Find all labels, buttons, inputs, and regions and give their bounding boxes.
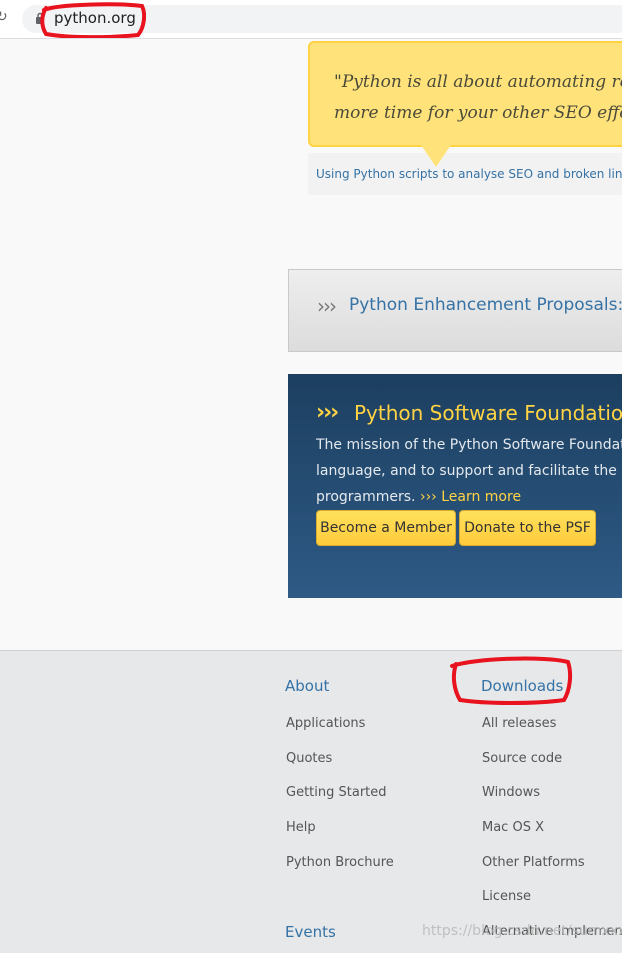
quote-source-link[interactable]: Using Python scripts to analyse SEO and …: [316, 167, 622, 181]
quote-tail: [421, 145, 451, 167]
quote-text: "Python is all about automating rep more…: [334, 72, 622, 123]
footer-link-quotes[interactable]: Quotes: [286, 751, 332, 766]
reload-icon[interactable]: ↻: [0, 10, 10, 24]
footer-link-other-platforms[interactable]: Other Platforms: [482, 855, 585, 870]
footer-about-title[interactable]: About: [285, 677, 329, 695]
footer-events-title[interactable]: Events: [285, 923, 336, 941]
chevron-icon: ›››: [316, 400, 339, 425]
footer-link-license[interactable]: License: [482, 889, 531, 904]
red-circle-annotation: [40, 2, 146, 38]
footer-link-windows[interactable]: Windows: [482, 785, 540, 800]
success-story-quote: "Python is all about automating rep more…: [308, 41, 622, 147]
footer-link-brochure[interactable]: Python Brochure: [286, 855, 394, 870]
footer-link-getting-started[interactable]: Getting Started: [286, 785, 387, 800]
become-member-button[interactable]: Become a Member: [316, 510, 456, 546]
footer-link-all-releases[interactable]: All releases: [482, 716, 556, 731]
footer-link-help[interactable]: Help: [286, 820, 316, 835]
psf-title: Python Software Foundation: [354, 401, 622, 425]
pep-banner[interactable]: ››› Python Enhancement Proposals: Th: [288, 269, 622, 352]
footer-link-source-code[interactable]: Source code: [482, 751, 562, 766]
psf-widget: ››› Python Software Foundation The missi…: [288, 374, 622, 598]
psf-description: The mission of the Python Software Found…: [316, 437, 622, 505]
footer-link-applications[interactable]: Applications: [286, 716, 365, 731]
watermark: https://blog.csdn.net/sumxxx: [422, 923, 622, 939]
red-circle-annotation: [450, 656, 573, 705]
footer-link-macos[interactable]: Mac OS X: [482, 820, 544, 835]
pep-text[interactable]: Python Enhancement Proposals: Th: [349, 295, 622, 315]
learn-more-link[interactable]: ››› Learn more: [420, 489, 521, 505]
chevron-icon: ›››: [317, 294, 337, 318]
donate-button[interactable]: Donate to the PSF: [459, 510, 596, 546]
